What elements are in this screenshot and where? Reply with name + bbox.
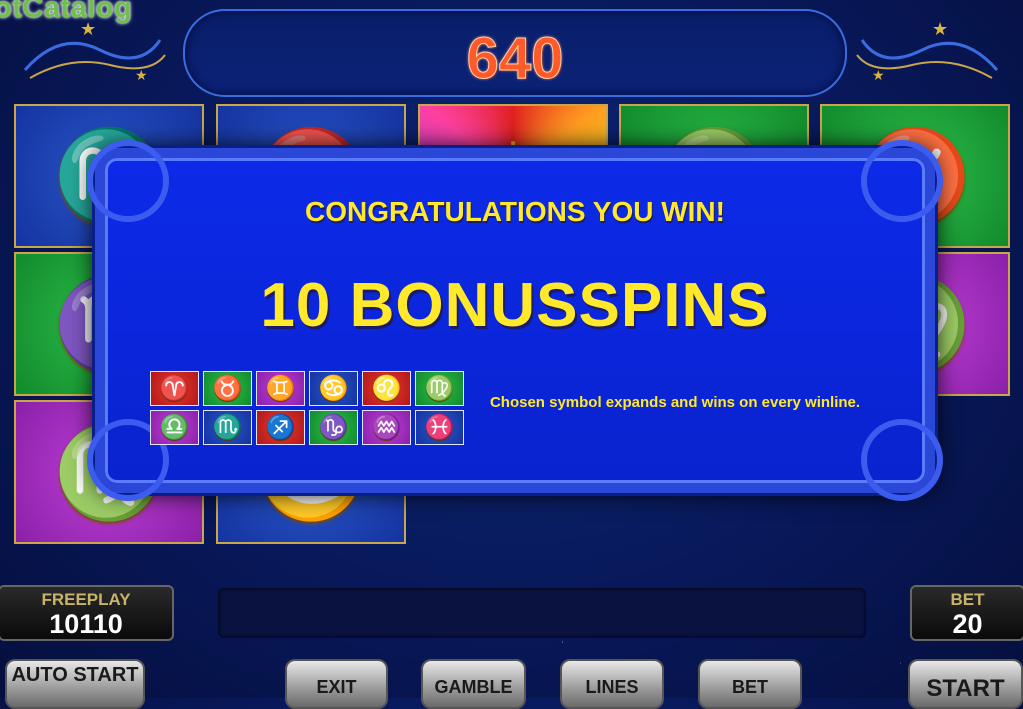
score-display: 640 — [466, 26, 564, 92]
leo-icon: ♌ — [362, 371, 411, 406]
freeplay-label: FREEPLAY — [41, 590, 131, 609]
lines-button[interactable]: LINES — [560, 659, 664, 709]
bet-value: 20 — [952, 609, 983, 639]
freeplay-value: 10110 — [49, 609, 123, 639]
gamble-button[interactable]: GAMBLE — [421, 659, 526, 709]
exit-button[interactable]: EXIT — [285, 659, 388, 709]
gamble-label: GAMBLE — [434, 677, 513, 697]
capricorn-icon: ♑ — [309, 410, 358, 445]
bet-button-label: BET — [732, 677, 768, 697]
auto-start-button[interactable]: AUTO START — [5, 659, 145, 709]
libra-icon: ♎ — [150, 410, 199, 445]
left-ornament: ★ ★ — [23, 19, 166, 83]
svg-text:★: ★ — [80, 19, 96, 39]
aquarius-icon: ♒ — [362, 410, 411, 445]
right-ornament: ★ ★ — [856, 19, 999, 83]
win-popup: CONGRATULATIONS YOU WIN! 10 BONUSSPINS ♈… — [87, 140, 943, 501]
svg-text:★: ★ — [932, 19, 948, 39]
zodiac-symbol-grid: ♈ ♉ ♊ ♋ ♌ ♍ ♎ ♏ ♐ ♑ ♒ ♓ — [150, 371, 464, 445]
auto-start-label: AUTO START — [11, 664, 139, 686]
cancer-icon: ♋ — [309, 371, 358, 406]
svg-text:★: ★ — [872, 67, 885, 83]
bet-display: BET 20 — [910, 585, 1023, 641]
lines-label: LINES — [585, 677, 639, 697]
freeplay-display: FREEPLAY 10110 — [0, 585, 174, 641]
exit-label: EXIT — [316, 677, 357, 697]
start-button[interactable]: START — [908, 659, 1023, 709]
bet-button[interactable]: BET — [698, 659, 802, 709]
bet-label: BET — [950, 590, 985, 609]
pisces-icon: ♓ — [415, 410, 464, 445]
aries-icon: ♈ — [150, 371, 199, 406]
gemini-icon: ♊ — [256, 371, 305, 406]
svg-text:★: ★ — [135, 67, 148, 83]
scorpio-icon: ♏ — [203, 410, 252, 445]
corner-ornament — [861, 419, 943, 501]
score-panel: 640 — [183, 9, 847, 97]
taurus-icon: ♉ — [203, 371, 252, 406]
sagittarius-icon: ♐ — [256, 410, 305, 445]
message-bar — [218, 588, 866, 638]
congratulations-title: CONGRATULATIONS YOU WIN! — [305, 196, 725, 227]
bonus-spins-text: 10 BONUSSPINS — [260, 271, 770, 340]
bonus-description: Chosen symbol expands and wins on every … — [489, 394, 861, 411]
virgo-icon: ♍ — [415, 371, 464, 406]
start-label: START — [926, 675, 1005, 702]
